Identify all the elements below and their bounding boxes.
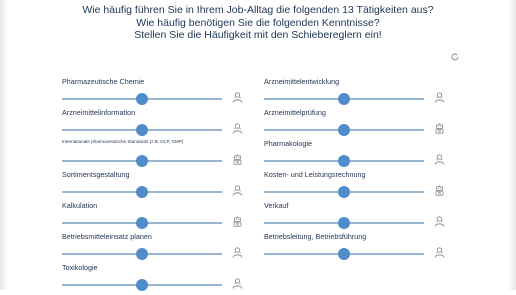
slider-row-verkauf: Verkauf xyxy=(264,201,449,233)
question-header: Wie häufig führen Sie in Ihrem Job-Allta… xyxy=(0,4,516,42)
slider-label: Arzneimittelentwicklung xyxy=(264,77,340,86)
robot-icon[interactable] xyxy=(434,185,445,196)
slider-label: Internationale pharmazeutische Standards… xyxy=(62,139,184,144)
slider-thumb[interactable] xyxy=(136,155,148,167)
slider-row-betriebsleitung: Betriebsleitung, Betriebsführung xyxy=(264,232,449,264)
slider-thumb[interactable] xyxy=(136,279,148,291)
slider-row-kalkulation: Kalkulation xyxy=(62,201,247,233)
slider-row-arzneimittelpruefung: Arzneimittelprüfung xyxy=(264,108,449,140)
question-line-3: Stellen Sie die Häufigkeit mit den Schie… xyxy=(134,29,382,41)
slider-thumb[interactable] xyxy=(136,93,148,105)
slider-row-sortimentsgestaltung: Sortimentsgestaltung xyxy=(62,170,247,202)
left-edge-shadow xyxy=(0,0,8,290)
slider-thumb[interactable] xyxy=(136,217,148,229)
slider-label: Betriebsmitteleinsatz planen xyxy=(62,232,152,241)
slider-row-kosten-leistungsrechnung: Kosten- und Leistungsrechnung xyxy=(264,170,449,202)
slider-row-internationale-standards: Internationale pharmazeutische Standards… xyxy=(62,139,247,171)
person-icon[interactable] xyxy=(232,247,243,258)
robot-icon[interactable] xyxy=(434,123,445,134)
person-icon[interactable] xyxy=(232,185,243,196)
slider-label: Toxikologie xyxy=(62,263,98,272)
slider-label: Sortimentsgestaltung xyxy=(62,170,130,179)
slider-thumb[interactable] xyxy=(136,124,148,136)
slider-thumb[interactable] xyxy=(338,248,350,260)
question-line-1: Wie häufig führen Sie in Ihrem Job-Allta… xyxy=(82,4,434,16)
right-edge-shadow xyxy=(508,0,516,290)
slider-label: Pharmakologie xyxy=(264,139,312,148)
question-line-2: Wie häufig benötigen Sie die folgenden K… xyxy=(136,16,380,29)
slider-label: Arzneimittelprüfung xyxy=(264,108,326,117)
person-icon[interactable] xyxy=(232,278,243,289)
slider-row-pharmakologie: Pharmakologie xyxy=(264,139,449,171)
slider-label: Kalkulation xyxy=(62,201,98,210)
slider-thumb[interactable] xyxy=(338,124,350,136)
person-icon[interactable] xyxy=(232,92,243,103)
robot-icon[interactable] xyxy=(232,216,243,227)
slider-row-arzneimittelinformation: Arzneimittelinformation xyxy=(62,108,247,140)
slider-thumb[interactable] xyxy=(338,93,350,105)
slider-row-arzneimittelentwicklung: Arzneimittelentwicklung xyxy=(264,77,449,109)
slider-label: Arzneimittelinformation xyxy=(62,108,136,117)
slider-row-toxikologie: Toxikologie xyxy=(62,263,247,295)
slider-label: Betriebsleitung, Betriebsführung xyxy=(264,232,367,241)
slider-label: Pharmazeutische Chemie xyxy=(62,77,145,86)
slider-row-betriebsmitteleinsatz: Betriebsmitteleinsatz planen xyxy=(62,232,247,264)
slider-thumb[interactable] xyxy=(136,248,148,260)
slider-label: Kosten- und Leistungsrechnung xyxy=(264,170,366,179)
refresh-icon[interactable] xyxy=(450,49,460,61)
robot-icon[interactable] xyxy=(232,154,243,165)
person-icon[interactable] xyxy=(434,216,445,227)
slider-thumb[interactable] xyxy=(338,155,350,167)
person-icon[interactable] xyxy=(434,247,445,258)
slider-label: Verkauf xyxy=(264,201,289,210)
person-icon[interactable] xyxy=(232,123,243,134)
slider-row-pharmazeutische-chemie: Pharmazeutische Chemie xyxy=(62,77,247,109)
person-icon[interactable] xyxy=(434,154,445,165)
slider-thumb[interactable] xyxy=(136,186,148,198)
slider-thumb[interactable] xyxy=(338,217,350,229)
person-icon[interactable] xyxy=(434,92,445,103)
slider-thumb[interactable] xyxy=(338,186,350,198)
